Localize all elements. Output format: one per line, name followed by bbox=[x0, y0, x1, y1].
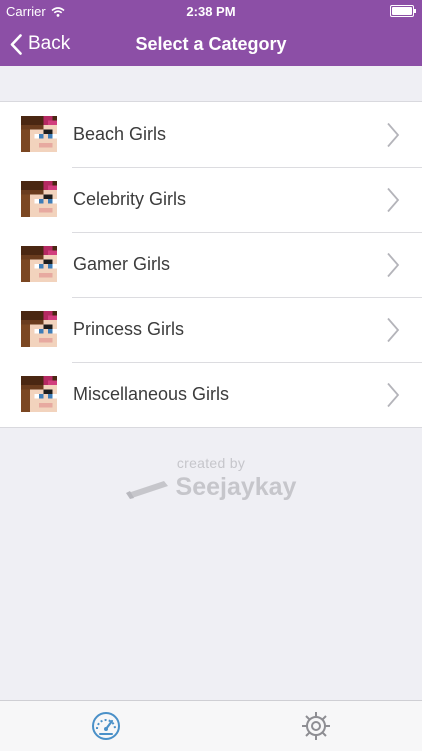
creator-credit: created by Seejaykay bbox=[0, 455, 422, 502]
brand-mark-icon bbox=[125, 480, 168, 499]
category-row-celebrity-girls[interactable]: Celebrity Girls bbox=[0, 167, 422, 232]
chevron-right-icon bbox=[387, 187, 400, 213]
clock: 2:38 PM bbox=[186, 4, 236, 19]
tab-dashboard[interactable] bbox=[89, 709, 123, 743]
settings-icon bbox=[302, 712, 330, 740]
brand-logo: Seejaykay bbox=[0, 473, 422, 502]
category-label: Princess Girls bbox=[73, 319, 185, 339]
tab-settings[interactable] bbox=[299, 709, 333, 743]
girl-avatar-icon bbox=[21, 246, 57, 282]
category-row-princess-girls[interactable]: Princess Girls bbox=[0, 297, 422, 362]
category-row-miscellaneous-girls[interactable]: Miscellaneous Girls bbox=[0, 362, 422, 427]
created-by-label: created by bbox=[176, 455, 246, 471]
category-row-beach-girls[interactable]: Beach Girls bbox=[0, 102, 422, 167]
status-bar: Carrier 2:38 PM bbox=[0, 0, 422, 22]
category-list: Beach Girls Celebrity Girls Gamer Girls … bbox=[0, 101, 422, 428]
girl-avatar-icon bbox=[21, 376, 57, 412]
girl-avatar-icon bbox=[21, 311, 57, 347]
navigation-bar: Back Select a Category bbox=[0, 22, 422, 66]
chevron-right-icon bbox=[387, 317, 400, 343]
category-label: Celebrity Girls bbox=[73, 189, 187, 209]
girl-avatar-icon bbox=[21, 181, 57, 217]
brand-name: Seejaykay bbox=[175, 473, 297, 501]
chevron-right-icon bbox=[387, 122, 400, 148]
chevron-right-icon bbox=[387, 382, 400, 408]
page-title: Select a Category bbox=[135, 34, 287, 54]
category-label: Gamer Girls bbox=[73, 254, 171, 274]
category-label: Miscellaneous Girls bbox=[73, 384, 230, 404]
category-label: Beach Girls bbox=[73, 124, 167, 144]
category-row-gamer-girls[interactable]: Gamer Girls bbox=[0, 232, 422, 297]
tab-bar bbox=[0, 700, 422, 751]
chevron-right-icon bbox=[387, 252, 400, 278]
battery-icon bbox=[390, 5, 416, 17]
girl-avatar-icon bbox=[21, 116, 57, 152]
dashboard-icon bbox=[92, 712, 120, 740]
